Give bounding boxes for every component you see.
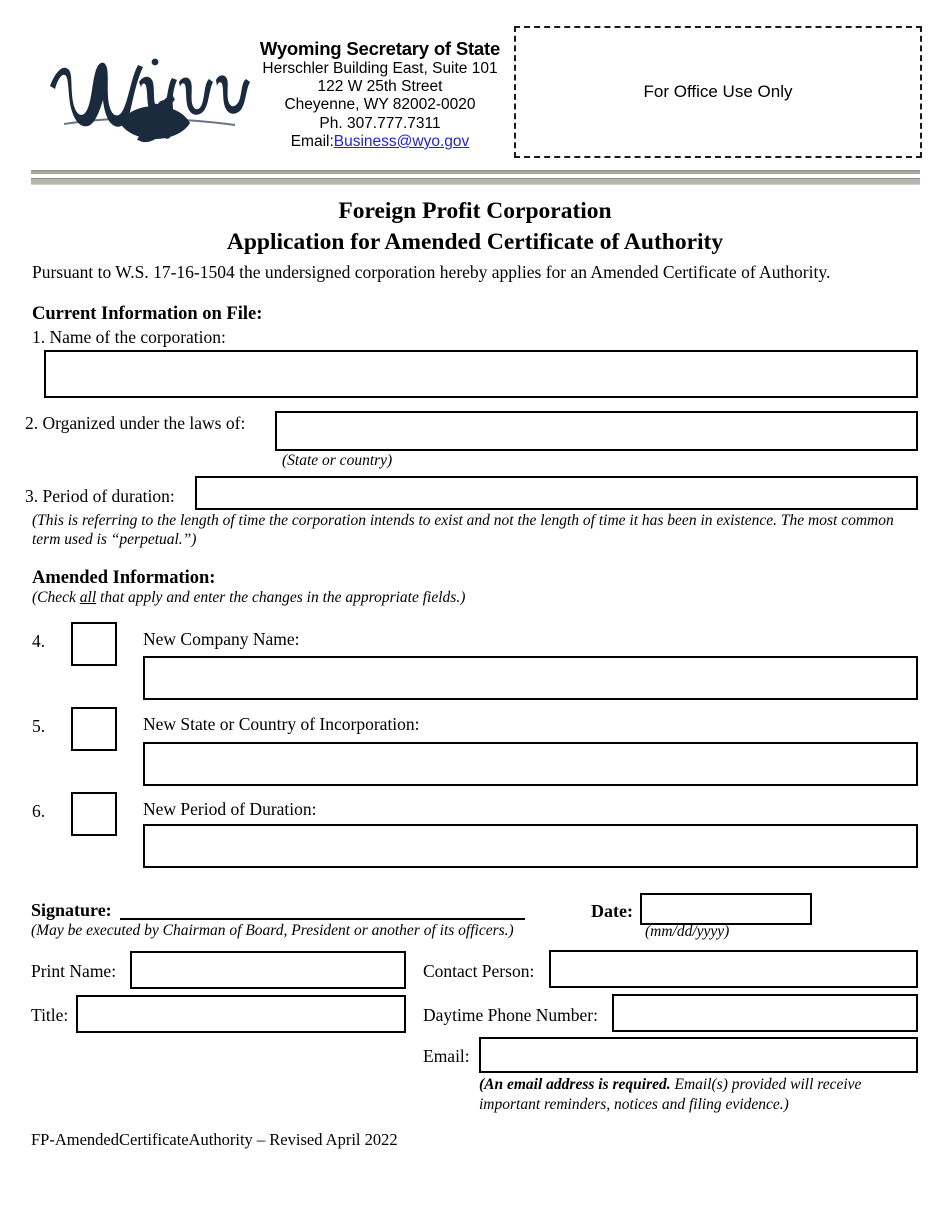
- for-office-use-only-label: For Office Use Only: [643, 82, 793, 101]
- new-state-or-country-input[interactable]: [143, 742, 918, 786]
- amended-note-underlined: all: [79, 589, 97, 606]
- amended-note-prefix: (Check: [32, 589, 80, 606]
- print-name-label: Print Name:: [31, 961, 117, 981]
- title-input[interactable]: [76, 995, 406, 1033]
- for-office-use-only-box: For Office Use Only: [514, 26, 922, 158]
- agency-address-line-2: 122 W 25th Street: [317, 78, 443, 96]
- contact-person-input[interactable]: [549, 950, 918, 988]
- new-period-of-duration-checkbox[interactable]: [71, 792, 117, 836]
- period-of-duration-input[interactable]: [195, 476, 918, 510]
- new-company-name-input[interactable]: [143, 656, 918, 700]
- agency-email-link[interactable]: Business@wyo.gov: [334, 133, 470, 150]
- organized-under-laws-label: 2. Organized under the laws of:: [25, 413, 246, 433]
- agency-email-line: Email:Business@wyo.gov: [252, 133, 508, 151]
- period-of-duration-label: 3. Period of duration:: [25, 486, 175, 506]
- date-input[interactable]: [640, 893, 812, 925]
- footer-revision-text: FP-AmendedCertificateAuthority – Revised…: [31, 1130, 398, 1149]
- page-header: Wyoming Secretary of State Herschler Bui…: [0, 0, 950, 165]
- signature-input[interactable]: [120, 918, 525, 920]
- signature-label: Signature:: [31, 900, 112, 920]
- new-company-name-checkbox[interactable]: [71, 622, 117, 666]
- agency-name: Wyoming Secretary of State: [259, 38, 501, 59]
- page-title-line-2: Application for Amended Certificate of A…: [226, 228, 724, 255]
- title-label: Title:: [31, 1005, 69, 1025]
- amended-note-suffix: that apply and enter the changes in the …: [96, 589, 466, 606]
- header-divider-upper: [31, 170, 920, 174]
- corporation-name-input[interactable]: [44, 350, 918, 398]
- agency-address-line-1: Herschler Building East, Suite 101: [262, 59, 498, 77]
- amended-row-number-5: 5.: [32, 716, 46, 736]
- period-of-duration-note: (This is referring to the length of time…: [32, 512, 894, 549]
- amended-information-note: (Check all that apply and enter the chan…: [32, 589, 465, 607]
- contact-person-label: Contact Person:: [423, 961, 535, 981]
- amended-row-number-6: 6.: [32, 801, 46, 821]
- page-title-line-1: Foreign Profit Corporation: [338, 198, 612, 224]
- email-note-bold: (An email address is required.: [479, 1076, 671, 1093]
- header-divider-lower: [31, 178, 920, 185]
- corporation-name-label: 1. Name of the corporation:: [32, 327, 226, 347]
- intro-paragraph: Pursuant to W.S. 17-16-1504 the undersig…: [32, 262, 831, 282]
- new-state-or-country-checkbox[interactable]: [71, 707, 117, 751]
- email-required-note: (An email address is required. Email(s) …: [479, 1075, 899, 1115]
- state-or-country-note: (State or country): [282, 452, 393, 469]
- print-name-input[interactable]: [130, 951, 406, 989]
- new-period-of-duration-input[interactable]: [143, 824, 918, 868]
- organized-under-laws-input[interactable]: [275, 411, 918, 451]
- page-title: Foreign Profit Corporation Application f…: [0, 196, 950, 257]
- amended-information-heading: Amended Information:: [32, 568, 216, 588]
- date-label: Date:: [591, 901, 633, 921]
- new-company-name-label: New Company Name:: [143, 629, 300, 649]
- daytime-phone-label: Daytime Phone Number:: [423, 1005, 598, 1025]
- daytime-phone-input[interactable]: [612, 994, 918, 1032]
- form-page: Wyoming Secretary of State Herschler Bui…: [0, 0, 950, 1230]
- date-format-note: (mm/dd/yyyy): [645, 923, 730, 940]
- new-state-or-country-label: New State or Country of Incorporation:: [143, 714, 420, 734]
- current-information-heading: Current Information on File:: [32, 304, 263, 324]
- email-label: Email:: [423, 1046, 470, 1066]
- agency-address-block: Wyoming Secretary of State Herschler Bui…: [252, 38, 508, 151]
- signature-note: (May be executed by Chairman of Board, P…: [31, 922, 514, 939]
- email-prefix-label: Email:: [290, 132, 334, 150]
- amended-row-number-4: 4.: [32, 631, 46, 651]
- new-period-of-duration-label: New Period of Duration:: [143, 799, 317, 819]
- agency-phone: Ph. 307.777.7311: [319, 114, 441, 132]
- wyoming-logo-icon: [42, 34, 257, 154]
- email-input[interactable]: [479, 1037, 918, 1073]
- agency-address-line-3: Cheyenne, WY 82002-0020: [284, 96, 476, 114]
